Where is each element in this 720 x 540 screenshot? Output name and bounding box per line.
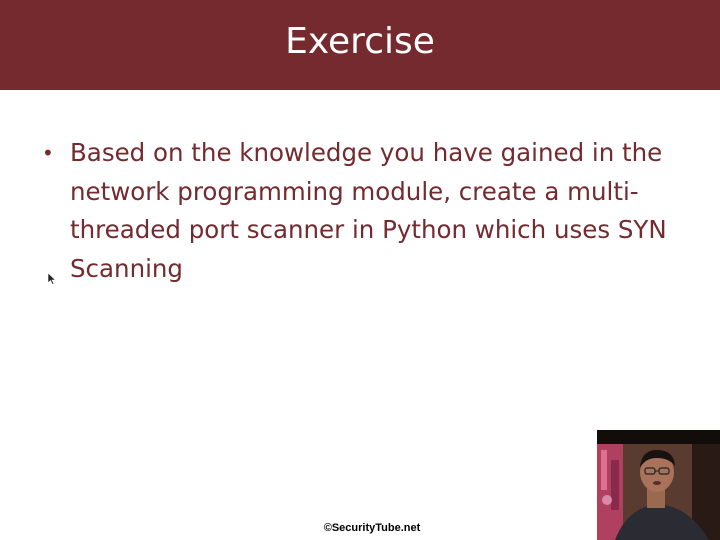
presenter-video-frame xyxy=(597,430,720,540)
mouse-pointer-icon xyxy=(47,273,57,285)
bullet-icon: • xyxy=(42,141,54,165)
slide-body: • Based on the knowledge you have gained… xyxy=(42,134,682,288)
presenter-webcam xyxy=(597,430,720,540)
slide-title: Exercise xyxy=(285,21,435,62)
bullet-text: Based on the knowledge you have gained i… xyxy=(70,138,667,283)
slide-title-bar: Exercise xyxy=(0,0,720,90)
bullet-item: • Based on the knowledge you have gained… xyxy=(42,134,682,288)
